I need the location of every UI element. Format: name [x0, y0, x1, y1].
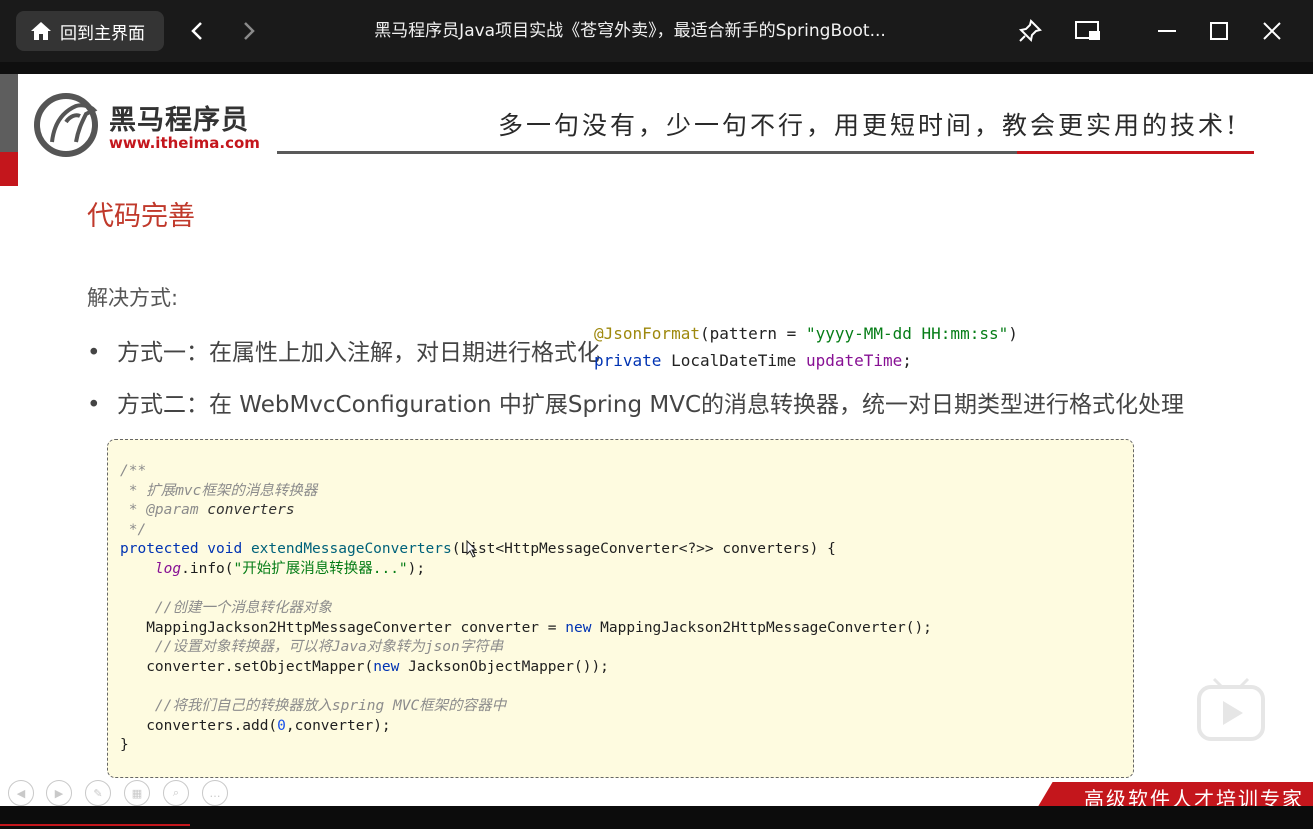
bullet-dot-icon: • — [87, 392, 101, 418]
bullet-method-one: • 方式一：在属性上加入注解，对日期进行格式化 — [87, 333, 600, 367]
slide-top-border — [0, 62, 1313, 74]
slides-grid-icon[interactable]: ▦ — [124, 780, 150, 806]
code-text: ,converter); — [285, 717, 391, 734]
zoom-icon[interactable]: ⌕ — [163, 780, 189, 806]
player-bottom-bar — [0, 806, 1313, 829]
code-method-name: extendMessageConverters — [250, 541, 452, 558]
bilibili-play-icon — [1197, 677, 1265, 741]
code-text: .info( — [181, 560, 234, 577]
home-button[interactable]: 回到主界面 — [16, 11, 164, 51]
code-comment-param: converters — [198, 502, 295, 519]
annotation-text: ) — [1008, 324, 1018, 343]
code-comment: //将我们自己的转换器放入spring MVC框架的容器中 — [154, 698, 507, 715]
bullet-text: 方式一：在属性上加入注解，对日期进行格式化 — [117, 340, 600, 366]
code-keyword: new — [373, 658, 400, 675]
annotation-text: (pattern = — [699, 324, 806, 343]
code-text: MappingJackson2HttpMessageConverter(); — [591, 619, 932, 636]
annotation-snippet: @JsonFormat(pattern = "yyyy-MM-dd HH:mm:… — [594, 320, 1018, 374]
home-button-label: 回到主界面 — [60, 23, 145, 44]
bullet-text: 方式二：在 WebMvcConfiguration 中扩展Spring MVC的… — [117, 392, 1185, 418]
code-keyword: new — [565, 619, 592, 636]
code-string: "开始扩展消息转换器..." — [233, 560, 408, 577]
header-divider — [277, 151, 1017, 154]
annotation-pattern-string: "yyyy-MM-dd HH:mm:ss" — [805, 324, 1009, 343]
maximize-icon[interactable] — [1204, 16, 1234, 46]
forward-chevron-icon[interactable] — [234, 16, 264, 46]
next-slide-icon[interactable]: ▶ — [46, 780, 72, 806]
solution-label: 解决方式: — [87, 286, 179, 310]
code-listing: /** * 扩展mvc框架的消息转换器 * @param converters … — [120, 462, 932, 756]
pen-icon[interactable]: ✎ — [85, 780, 111, 806]
title-bar: 回到主界面 黑马程序员Java项目实战《苍穹外卖》，最适合新手的SpringBo… — [0, 0, 1313, 62]
back-chevron-icon[interactable] — [182, 16, 212, 46]
code-comment: /** — [120, 463, 147, 479]
code-text: converters.add( — [146, 717, 278, 734]
code-text: ); — [407, 560, 426, 577]
more-options-icon[interactable]: … — [202, 780, 228, 806]
slogan: 多一句没有，少一句不行，用更短时间，教会更实用的技术! — [498, 111, 1240, 140]
section-title: 代码完善 — [87, 201, 195, 232]
playback-progress[interactable] — [0, 824, 190, 826]
annotation-name: @JsonFormat — [594, 324, 700, 343]
code-comment: * 扩展mvc框架的消息转换器 — [120, 482, 318, 499]
code-comment: * @param — [120, 502, 199, 519]
code-field: log — [154, 560, 182, 577]
horse-logo-icon — [34, 93, 98, 157]
window-title: 黑马程序员Java项目实战《苍穹外卖》，最适合新手的SpringBoot... — [374, 21, 886, 41]
code-text: } — [120, 737, 129, 754]
bullet-method-two: • 方式二：在 WebMvcConfiguration 中扩展Spring MVC… — [87, 385, 1184, 419]
code-text: MappingJackson2HttpMessageConverter conv… — [146, 619, 566, 636]
code-text: converter.setObjectMapper( — [146, 658, 374, 675]
code-comment: //创建一个消息转化器对象 — [154, 600, 332, 617]
code-comment: */ — [120, 521, 147, 538]
code-number: 0 — [277, 717, 286, 734]
annotation-text: ; — [902, 351, 912, 370]
field-type: LocalDateTime — [661, 351, 806, 370]
code-text: (List<HttpMessageConverter<?>> converter… — [451, 541, 836, 558]
bullet-dot-icon: • — [87, 340, 101, 366]
field-modifier: private — [594, 351, 662, 370]
header-divider-accent — [1017, 151, 1254, 154]
code-comment: //设置对象转换器，可以将Java对象转为json字符串 — [154, 639, 504, 656]
logo-name: 黑马程序员 — [109, 105, 249, 136]
field-name: updateTime — [805, 351, 903, 370]
home-icon — [31, 22, 51, 40]
logo-url: www.itheima.com — [109, 134, 260, 152]
slide-left-accent-red — [0, 152, 18, 186]
picture-in-picture-icon[interactable] — [1073, 16, 1103, 46]
minimize-icon[interactable] — [1152, 16, 1182, 46]
close-icon[interactable] — [1257, 16, 1287, 46]
mouse-cursor-icon — [466, 540, 478, 558]
code-keyword: protected void — [120, 541, 251, 558]
pin-icon[interactable] — [1015, 16, 1045, 46]
slide-left-accent-gray — [0, 74, 18, 152]
code-text: JacksonObjectMapper()); — [399, 658, 609, 675]
prev-slide-icon[interactable]: ◀ — [8, 780, 34, 806]
